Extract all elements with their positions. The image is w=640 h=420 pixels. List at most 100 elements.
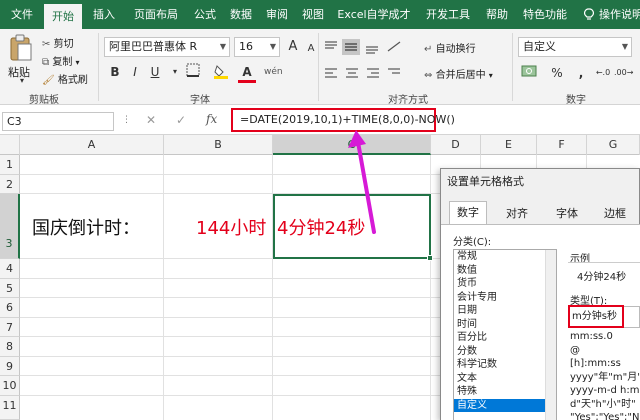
- category-item[interactable]: 日期: [454, 304, 556, 318]
- type-input[interactable]: m分钟s秒: [568, 305, 624, 328]
- cancel-icon[interactable]: ✕: [146, 113, 156, 127]
- percent-button[interactable]: %: [548, 64, 566, 82]
- column-header-f[interactable]: F: [537, 135, 587, 155]
- borders-button[interactable]: [184, 63, 202, 81]
- dialog-tab-font[interactable]: 字体: [545, 203, 589, 225]
- fx-icon[interactable]: fx: [206, 112, 217, 126]
- row-header-3[interactable]: 3: [0, 194, 20, 259]
- accounting-format-button[interactable]: [520, 64, 538, 82]
- row-header-11[interactable]: 11: [0, 396, 20, 420]
- category-item[interactable]: 文本: [454, 372, 556, 386]
- paste-icon[interactable]: [9, 34, 33, 62]
- category-item[interactable]: 百分比: [454, 331, 556, 345]
- row-header-5[interactable]: 5: [0, 279, 20, 298]
- format-code-item[interactable]: d"天"h"小"时": [570, 398, 640, 412]
- row-header-7[interactable]: 7: [0, 318, 20, 337]
- increase-decimal-icon[interactable]: ←.0: [594, 64, 612, 82]
- chevron-down-icon: ▼: [621, 42, 628, 51]
- tab-developer[interactable]: 开发工具: [420, 0, 476, 29]
- tab-formulas[interactable]: 公式: [188, 0, 222, 29]
- font-group-label: 字体: [190, 95, 210, 106]
- enter-icon[interactable]: ✓: [176, 113, 186, 127]
- row-header-9[interactable]: 9: [0, 357, 20, 376]
- select-all-corner[interactable]: [0, 135, 20, 155]
- font-size-select[interactable]: 16 ▼: [234, 37, 280, 57]
- tab-excel-zixue[interactable]: Excel自学成才: [332, 0, 416, 29]
- column-header-d[interactable]: D: [431, 135, 481, 155]
- row-header-4[interactable]: 4: [0, 259, 20, 279]
- column-header-b[interactable]: B: [164, 135, 273, 155]
- category-item[interactable]: 数值: [454, 264, 556, 278]
- category-item[interactable]: 货币: [454, 277, 556, 291]
- font-color-button[interactable]: A: [238, 63, 256, 83]
- column-header-a[interactable]: A: [20, 135, 164, 155]
- wrap-text-button[interactable]: ↵ 自动换行: [424, 40, 476, 55]
- category-list[interactable]: 常规 数值 货币 会计专用 日期 时间 百分比 分数 科学记数 文本 特殊 自定…: [453, 249, 557, 420]
- horizontal-align-icons[interactable]: [322, 65, 418, 81]
- dialog-tab-number[interactable]: 数字: [449, 201, 487, 225]
- tab-tell-me[interactable]: 操作说明: [598, 0, 640, 29]
- tab-review[interactable]: 审阅: [260, 0, 294, 29]
- format-code-item[interactable]: [h]:mm:ss: [570, 357, 640, 371]
- category-scrollbar[interactable]: [545, 250, 556, 420]
- category-item[interactable]: 分数: [454, 345, 556, 359]
- vertical-align-icons[interactable]: [322, 39, 410, 55]
- paste-dropdown-icon[interactable]: ▾: [17, 76, 27, 86]
- number-format-select[interactable]: 自定义 ▼: [518, 37, 632, 57]
- underline-button[interactable]: U: [146, 63, 164, 81]
- wrap-text-icon: ↵: [424, 44, 433, 55]
- row-header-10[interactable]: 10: [0, 376, 20, 396]
- category-item[interactable]: 常规: [454, 250, 556, 264]
- copy-button[interactable]: ⧉ 复制 ▾: [42, 53, 80, 68]
- chevron-down-icon: ▾: [75, 58, 80, 67]
- row-header-2[interactable]: 2: [0, 175, 20, 194]
- font-name-select[interactable]: 阿里巴巴普惠体 R ▼: [104, 37, 230, 57]
- name-box[interactable]: C3: [2, 112, 114, 131]
- phonetic-button[interactable]: wén: [264, 63, 283, 81]
- tab-data[interactable]: 数据: [224, 0, 258, 29]
- bold-button[interactable]: B: [106, 63, 124, 81]
- column-header-e[interactable]: E: [481, 135, 537, 155]
- format-code-item[interactable]: mm:ss.0: [570, 330, 640, 344]
- format-code-list[interactable]: mm:ss.0 @ [h]:mm:ss yyyy"年"m"月" yyyy-m-d…: [570, 330, 640, 420]
- format-code-item[interactable]: yyyy-m-d h:mm: [570, 384, 640, 398]
- cell-b3[interactable]: 144小时: [196, 214, 266, 240]
- category-item[interactable]: 时间: [454, 318, 556, 332]
- cut-button[interactable]: ✂ 剪切: [42, 35, 74, 50]
- grow-font-button[interactable]: A: [284, 38, 302, 56]
- decrease-decimal-icon[interactable]: .00→: [614, 64, 633, 82]
- fill-handle[interactable]: [427, 255, 433, 261]
- dialog-tab-border[interactable]: 边框: [593, 203, 637, 225]
- tab-view[interactable]: 视图: [296, 0, 330, 29]
- tab-help[interactable]: 帮助: [480, 0, 514, 29]
- merge-icon: ⇔: [424, 70, 433, 81]
- category-item[interactable]: 特殊: [454, 385, 556, 399]
- fill-color-button[interactable]: [212, 63, 230, 81]
- comma-button[interactable]: ,: [572, 64, 590, 82]
- alignment-group-label: 对齐方式: [388, 95, 428, 106]
- tab-special-features[interactable]: 特色功能: [518, 0, 572, 29]
- tab-insert[interactable]: 插入: [86, 0, 122, 29]
- chevron-down-icon[interactable]: ▾: [166, 63, 184, 81]
- row-header-6[interactable]: 6: [0, 298, 20, 318]
- category-item-selected[interactable]: 自定义: [454, 398, 556, 412]
- format-code-item[interactable]: @: [570, 344, 640, 358]
- format-painter-button[interactable]: 🖌 格式刷: [42, 71, 88, 86]
- category-item[interactable]: 会计专用: [454, 291, 556, 305]
- tab-page-layout[interactable]: 页面布局: [126, 0, 186, 29]
- ribbon-divider: [318, 33, 319, 101]
- row-header-1[interactable]: 1: [0, 155, 20, 175]
- format-code-item[interactable]: "Yes";"Yes";"No": [570, 411, 640, 420]
- merge-center-button[interactable]: ⇔ 合并后居中 ▾: [424, 66, 493, 81]
- tab-file[interactable]: 文件: [4, 0, 40, 29]
- dialog-tab-alignment[interactable]: 对齐: [495, 203, 539, 225]
- column-header-g[interactable]: G: [587, 135, 640, 155]
- row-header-8[interactable]: 8: [0, 337, 20, 357]
- merge-center-label: 合并后居中: [435, 70, 486, 81]
- cell-a3[interactable]: 国庆倒计时：: [32, 214, 140, 240]
- category-item[interactable]: 科学记数: [454, 358, 556, 372]
- annotation-arrow: [348, 130, 376, 234]
- format-code-item[interactable]: yyyy"年"m"月": [570, 371, 640, 385]
- tab-home[interactable]: 开始: [44, 4, 82, 29]
- italic-button[interactable]: I: [126, 63, 144, 81]
